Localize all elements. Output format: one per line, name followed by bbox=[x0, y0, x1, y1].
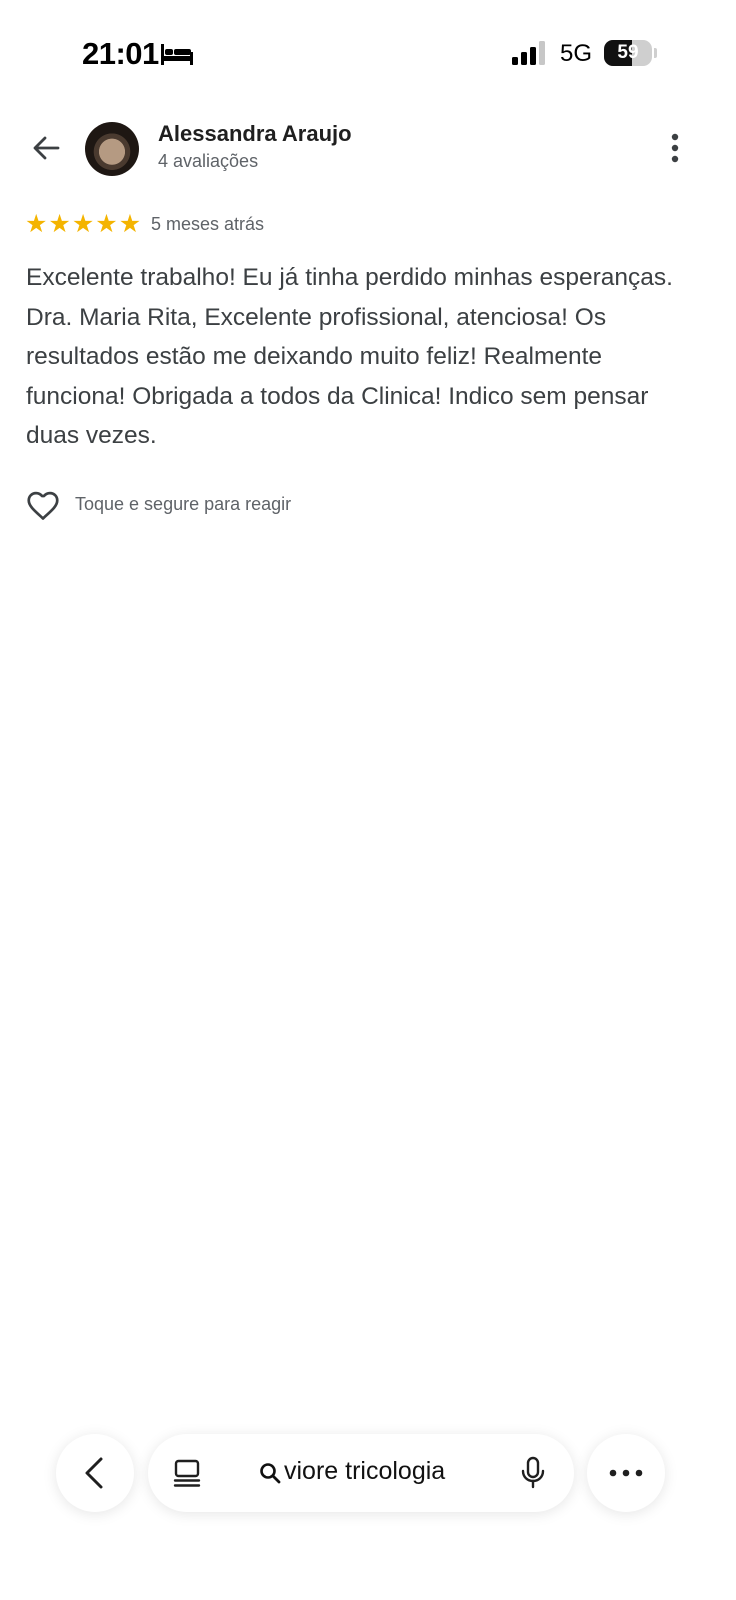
review-text: Excelente trabalho! Eu já tinha perdido … bbox=[26, 264, 673, 449]
browser-back-button[interactable] bbox=[56, 1434, 134, 1512]
battery-nub bbox=[654, 48, 657, 58]
back-button[interactable] bbox=[24, 128, 68, 168]
star-icon: ★ bbox=[71, 210, 95, 238]
more-horizontal-icon bbox=[609, 1469, 643, 1477]
review-age: 5 meses atrás bbox=[151, 214, 265, 234]
address-bar-text[interactable]: viore tricologia bbox=[284, 1457, 445, 1486]
reviewer-name[interactable]: Alessandra Araujo bbox=[158, 121, 352, 147]
star-icon: ★ bbox=[95, 210, 118, 238]
star-icon: ★ bbox=[25, 210, 48, 238]
star-icon: ★ bbox=[118, 210, 142, 238]
network-label: 5G bbox=[560, 40, 593, 67]
react-hint: Toque e segure para reagir bbox=[75, 494, 292, 514]
mic-icon[interactable] bbox=[520, 1456, 546, 1490]
status-bar: 21:01 5G 59 bbox=[0, 0, 736, 100]
react-button[interactable] bbox=[24, 486, 62, 524]
search-icon bbox=[260, 1463, 281, 1484]
tabs-icon[interactable] bbox=[172, 1458, 202, 1488]
status-time: 21:01 bbox=[82, 36, 159, 71]
signal-icon bbox=[512, 41, 545, 65]
address-bar[interactable]: viore tricologia bbox=[148, 1434, 574, 1512]
battery-level: 59 bbox=[617, 42, 639, 63]
more-vertical-icon bbox=[671, 133, 679, 163]
heart-outline-icon bbox=[27, 491, 59, 520]
star-icon: ★ bbox=[48, 210, 71, 238]
bed-icon bbox=[161, 44, 193, 65]
star-rating: ★ ★ ★ ★ ★ bbox=[25, 211, 141, 237]
battery-indicator: 59 bbox=[604, 40, 652, 66]
more-options-button[interactable] bbox=[660, 128, 690, 168]
chevron-left-icon bbox=[85, 1457, 103, 1489]
browser-more-button[interactable] bbox=[587, 1434, 665, 1512]
reviewer-avatar[interactable] bbox=[85, 122, 139, 176]
reviewer-review-count: 4 avaliações bbox=[158, 151, 259, 171]
arrow-left-icon bbox=[33, 136, 60, 160]
